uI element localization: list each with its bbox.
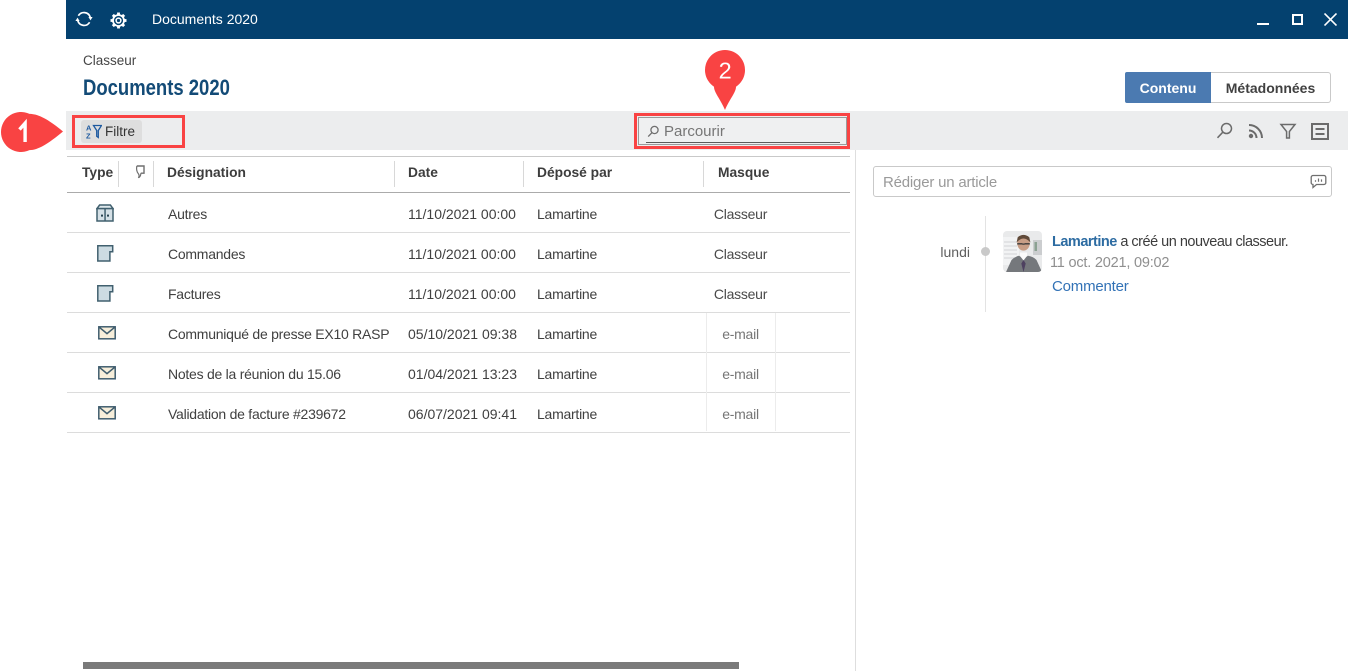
- svg-text:2: 2: [719, 58, 732, 84]
